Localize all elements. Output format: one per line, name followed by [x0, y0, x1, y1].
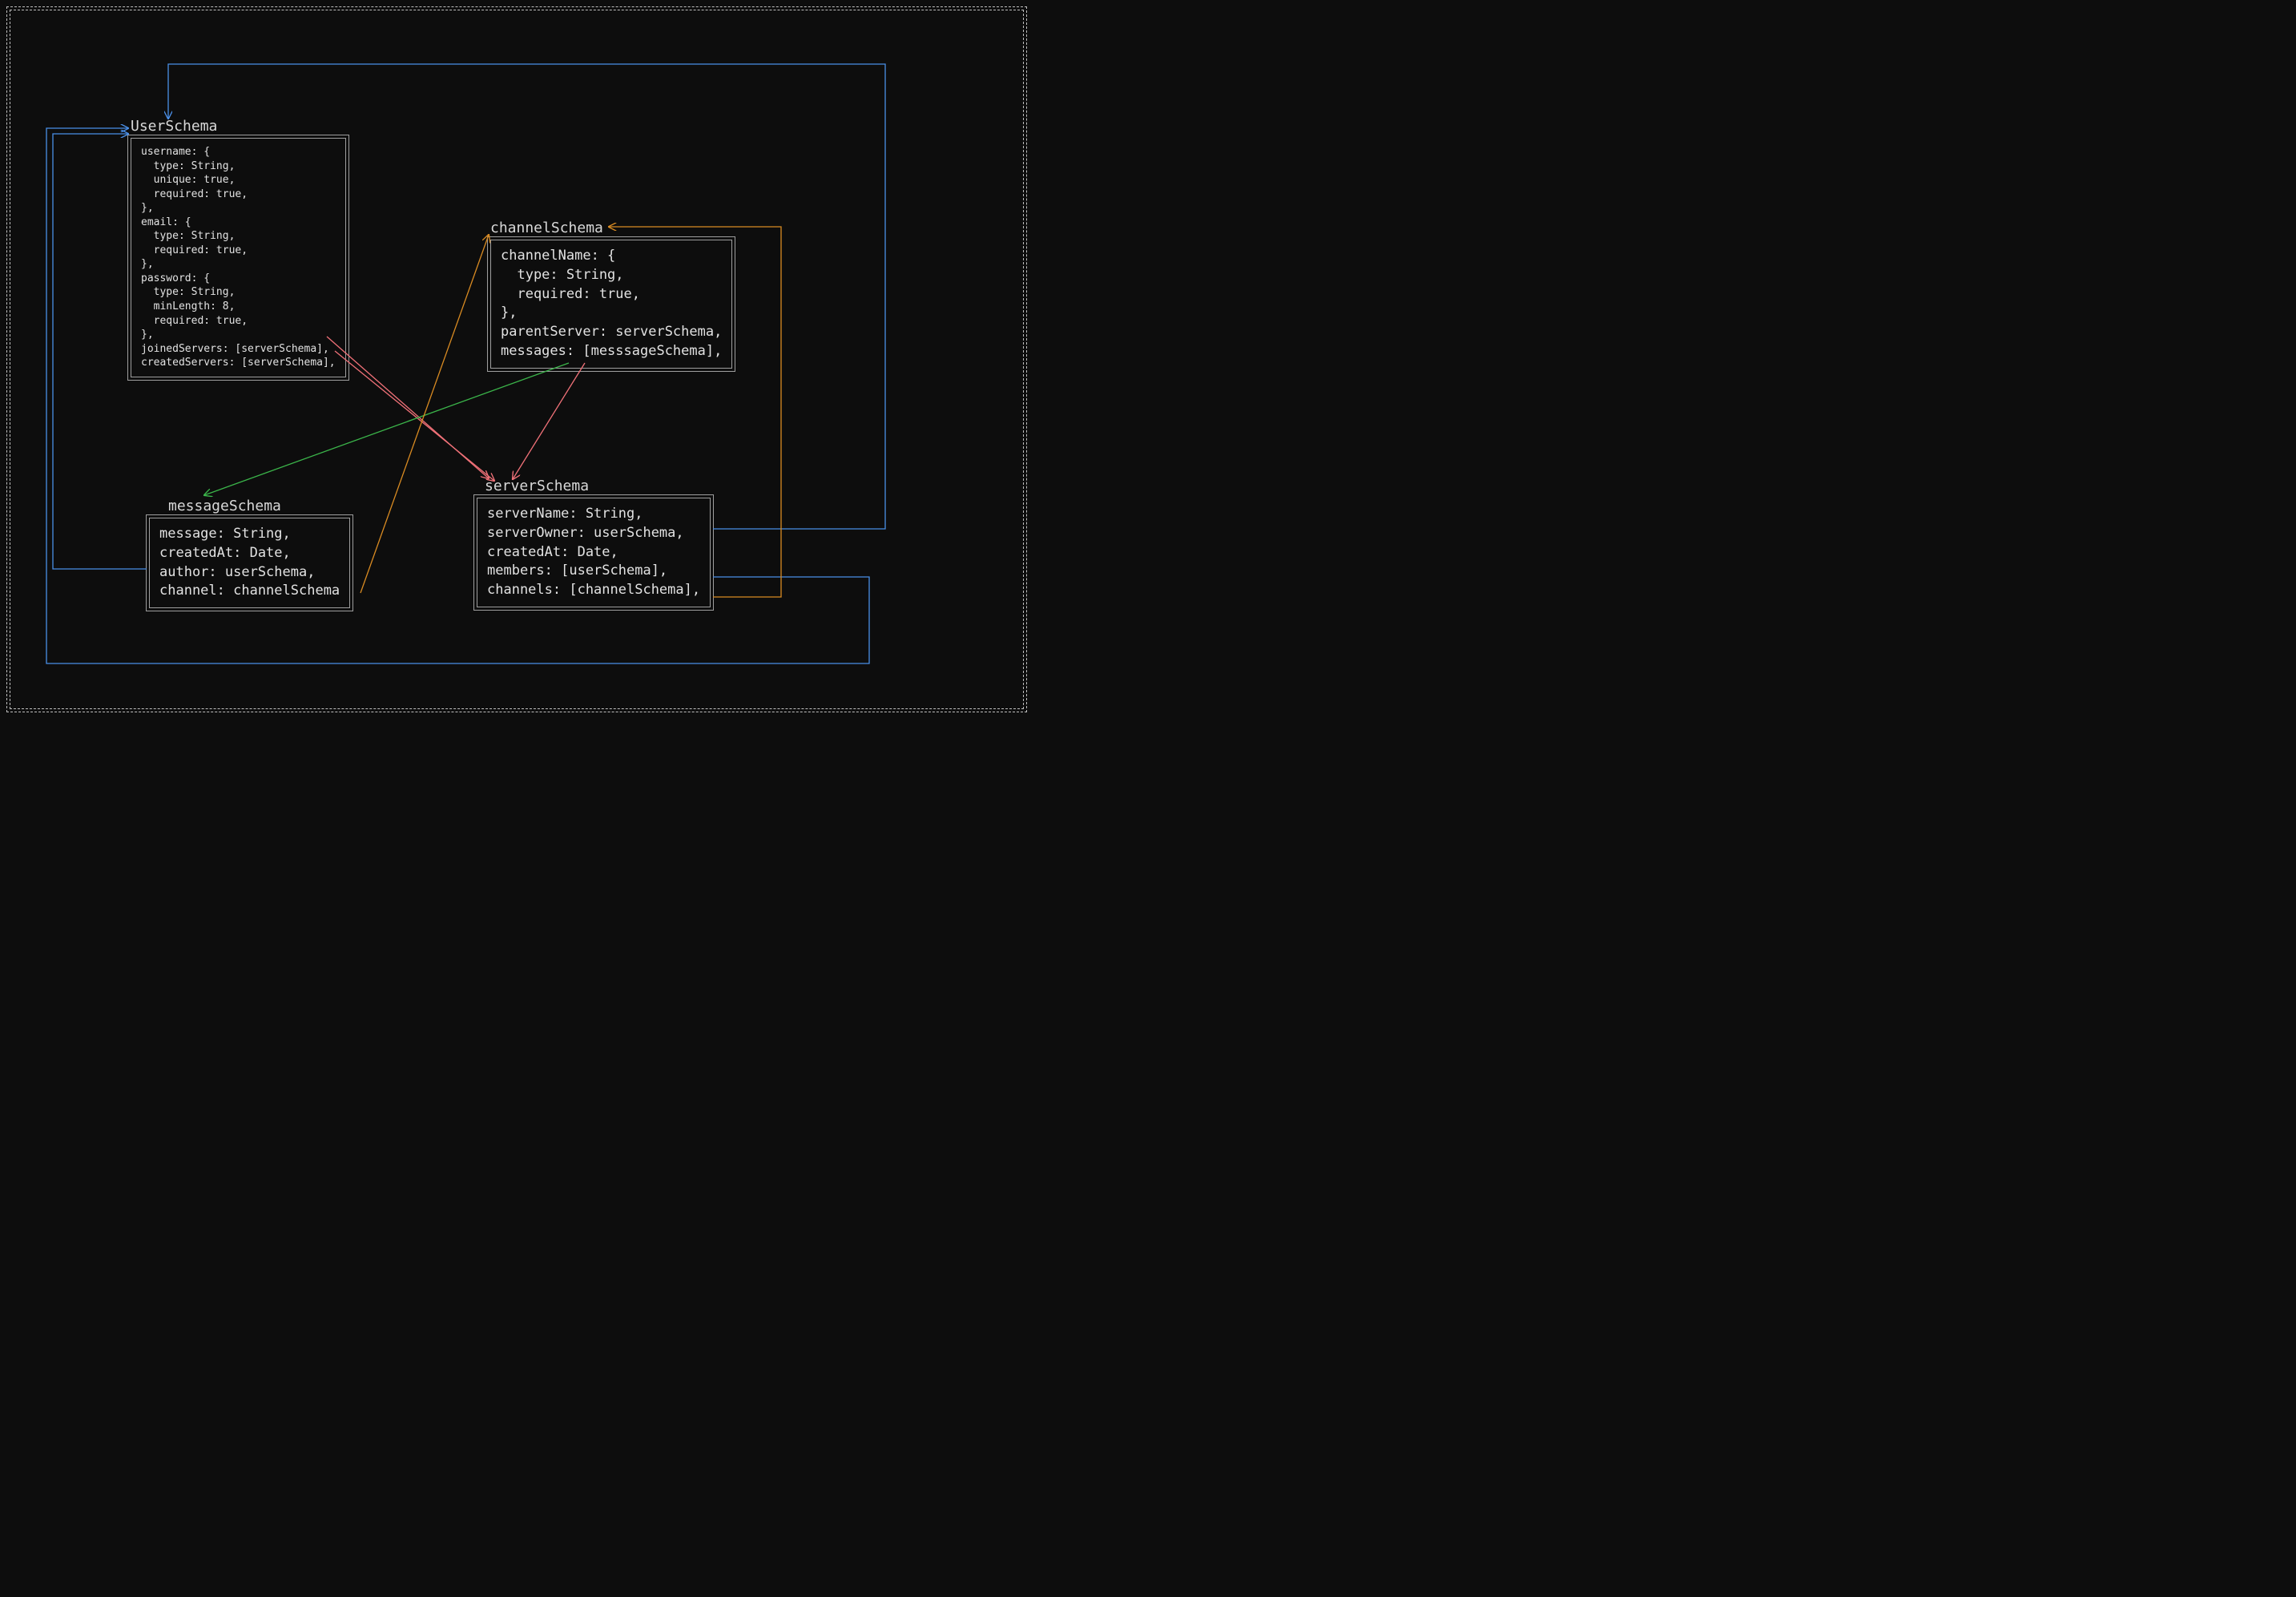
message-schema-block: messageSchema message: String, createdAt…	[149, 498, 350, 608]
channel-schema-title: channelSchema	[490, 220, 732, 236]
user-schema-block: UserSchema username: { type: String, uni…	[131, 118, 346, 377]
user-schema-title: UserSchema	[131, 118, 346, 135]
channel-schema-body: channelName: { type: String, required: t…	[490, 240, 732, 369]
channel-schema-block: channelSchema channelName: { type: Strin…	[490, 220, 732, 369]
server-schema-block: serverSchema serverName: String, serverO…	[477, 478, 711, 607]
message-schema-body: message: String, createdAt: Date, author…	[149, 518, 350, 608]
server-schema-body: serverName: String, serverOwner: userSch…	[477, 498, 711, 607]
message-schema-title: messageSchema	[149, 498, 350, 514]
server-schema-title: serverSchema	[477, 478, 711, 494]
user-schema-body: username: { type: String, unique: true, …	[131, 138, 346, 377]
